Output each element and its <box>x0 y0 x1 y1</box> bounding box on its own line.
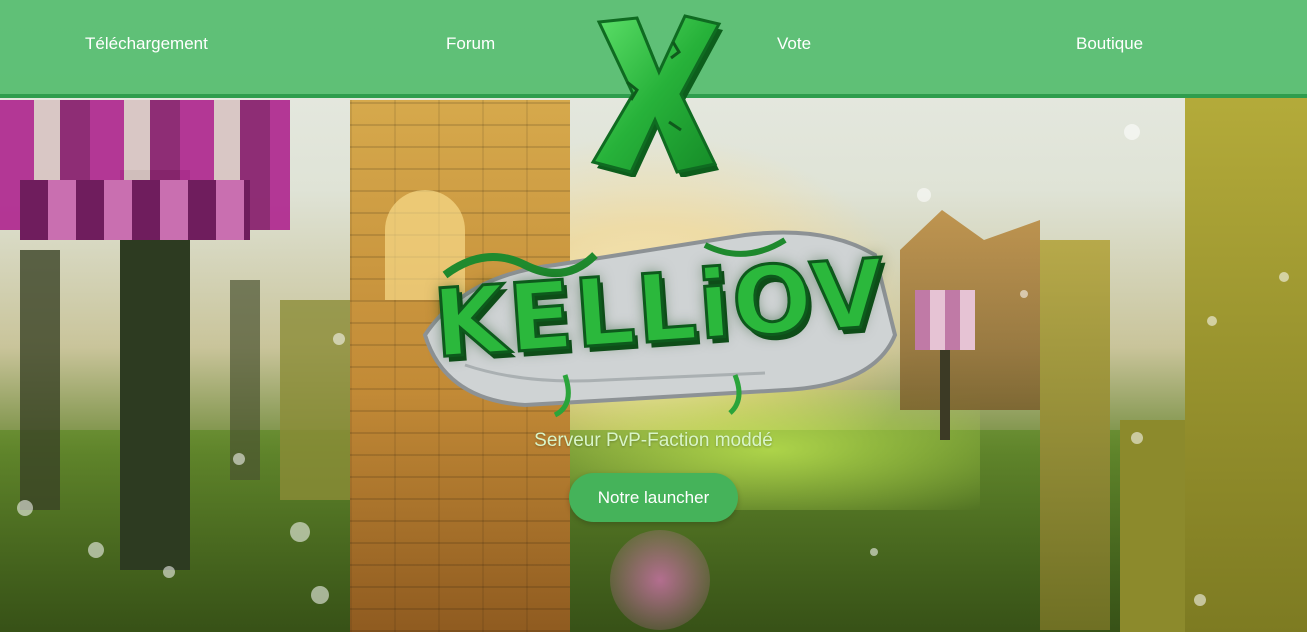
particle <box>1194 594 1206 606</box>
lens-flare <box>610 530 710 630</box>
olive-tree-tall <box>1185 95 1307 632</box>
nav-link-vote[interactable]: Vote <box>777 34 811 54</box>
particle <box>233 453 245 465</box>
particle <box>1020 290 1028 298</box>
particle <box>1207 316 1217 326</box>
particle <box>163 566 175 578</box>
particle <box>1124 124 1140 140</box>
particle <box>88 542 104 558</box>
page: Téléchargement Forum Vote Boutique KELLi… <box>0 0 1307 632</box>
kelliov-banner-logo: KELLiOV <box>405 215 900 420</box>
nav-link-boutique[interactable]: Boutique <box>1076 34 1143 54</box>
launcher-button[interactable]: Notre launcher <box>569 473 738 522</box>
particle <box>311 586 329 604</box>
nav-link-telechargement[interactable]: Téléchargement <box>85 34 208 54</box>
pink-tree-canopy-lower <box>20 180 250 240</box>
server-tagline: Serveur PvP-Faction moddé <box>534 430 773 451</box>
x-logo-icon[interactable] <box>585 12 725 178</box>
particle <box>1279 272 1289 282</box>
particle <box>870 548 878 556</box>
background-tree-trunk <box>20 250 60 510</box>
particle <box>290 522 310 542</box>
nav-link-forum[interactable]: Forum <box>446 34 495 54</box>
pink-tree-trunk-right <box>940 350 950 440</box>
particle <box>917 188 931 202</box>
background-tree <box>280 300 350 500</box>
pink-tree-canopy-right <box>915 290 975 350</box>
particle <box>17 500 33 516</box>
particle <box>333 333 345 345</box>
